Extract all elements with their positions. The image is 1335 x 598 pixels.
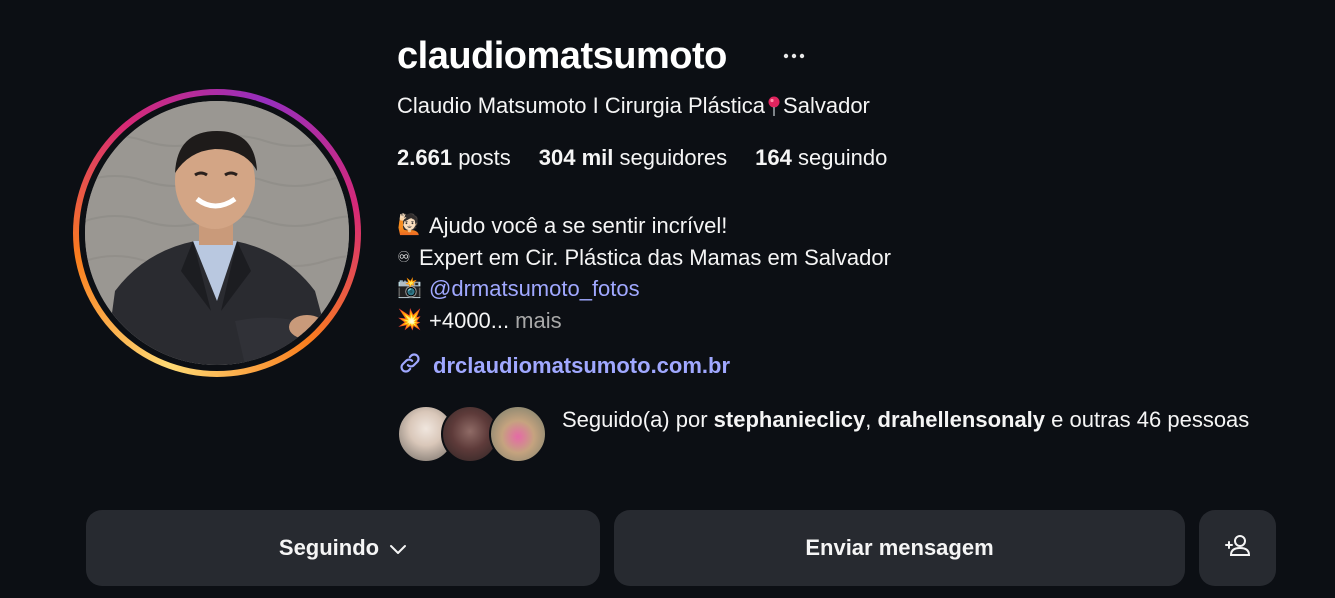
- avatar: [489, 405, 547, 463]
- bio-line-text: Expert em Cir. Plástica das Mamas em Sal…: [419, 244, 891, 270]
- followed-by-text[interactable]: Seguido(a) por stephanieclicy, drahellen…: [562, 404, 1282, 435]
- profile-full-name: Claudio Matsumoto I Cirurgia Plástica Sal…: [397, 92, 870, 120]
- following-button[interactable]: Seguindo: [86, 510, 600, 586]
- followed-by-suffix: e outras 46 pessoas: [1045, 407, 1250, 432]
- followed-by-prefix: Seguido(a) por: [562, 407, 714, 432]
- posts-label: posts: [458, 145, 511, 170]
- following-button-label: Seguindo: [278, 535, 380, 560]
- send-message-button[interactable]: Enviar mensagem: [614, 510, 1185, 586]
- profile-page: claudiomatsumoto Claudio Matsumoto I Cir…: [0, 0, 1335, 598]
- bio-line-text: +4000...: [429, 307, 510, 333]
- ellipsis-icon[interactable]: [780, 42, 808, 70]
- followers-stat[interactable]: 304 mil seguidores: [539, 144, 727, 172]
- bio-more-link[interactable]: mais: [515, 305, 561, 337]
- bio-line: 💥 +4000... mais: [397, 305, 891, 337]
- bio-line: 🙋🏻 Ajudo você a se sentir incrível!: [397, 210, 891, 242]
- profile-username: claudiomatsumoto: [397, 35, 727, 77]
- bio-mention-link[interactable]: @drmatsumoto_fotos: [429, 273, 640, 305]
- following-stat[interactable]: 164 seguindo: [755, 144, 887, 172]
- posts-count: 2.661: [397, 145, 453, 170]
- person-raising-hand-icon: 🙋🏻: [397, 214, 422, 236]
- following-count: 164: [755, 145, 792, 170]
- followed-by-separator: ,: [865, 407, 878, 432]
- suggested-users-button[interactable]: [1199, 510, 1276, 586]
- followers-label: seguidores: [619, 145, 728, 170]
- profile-bio: 🙋🏻 Ajudo você a se sentir incrível! ♾ Ex…: [397, 210, 891, 336]
- camera-flash-icon: 📸: [397, 277, 422, 299]
- bio-line: ♾ Expert em Cir. Plástica das Mamas em S…: [397, 242, 891, 274]
- profile-website-link[interactable]: drclaudiomatsumoto.com.br: [397, 350, 730, 382]
- followers-count: 304 mil: [538, 145, 614, 170]
- round-pushpin-icon: [767, 95, 781, 116]
- collision-icon: 💥: [397, 308, 422, 331]
- chevron-down-icon: [389, 535, 407, 561]
- following-label: seguindo: [798, 145, 888, 170]
- full-name-location: Salvador: [783, 93, 870, 118]
- bio-line: 📸 @drmatsumoto_fotos: [397, 273, 891, 305]
- add-person-icon: [1224, 533, 1252, 563]
- mutual-followers-avatars[interactable]: [397, 405, 557, 463]
- website-url: drclaudiomatsumoto.com.br: [433, 353, 731, 378]
- full-name-text: Claudio Matsumoto I Cirurgia Plástica: [397, 93, 766, 118]
- bio-line-text: Ajudo você a se sentir incrível!: [429, 213, 728, 238]
- send-message-label: Enviar mensagem: [805, 535, 994, 560]
- infinity-icon: ♾: [397, 248, 411, 266]
- profile-stats: 2.661 posts 304 mil seguidores 164 segui…: [397, 144, 887, 172]
- mutual-follower-name: stephanieclicy: [713, 407, 866, 432]
- profile-avatar-story-ring[interactable]: [73, 89, 361, 377]
- link-icon: [397, 350, 423, 382]
- profile-avatar: [85, 101, 349, 365]
- posts-stat: 2.661 posts: [397, 144, 511, 172]
- mutual-follower-name: drahellensonaly: [877, 407, 1046, 432]
